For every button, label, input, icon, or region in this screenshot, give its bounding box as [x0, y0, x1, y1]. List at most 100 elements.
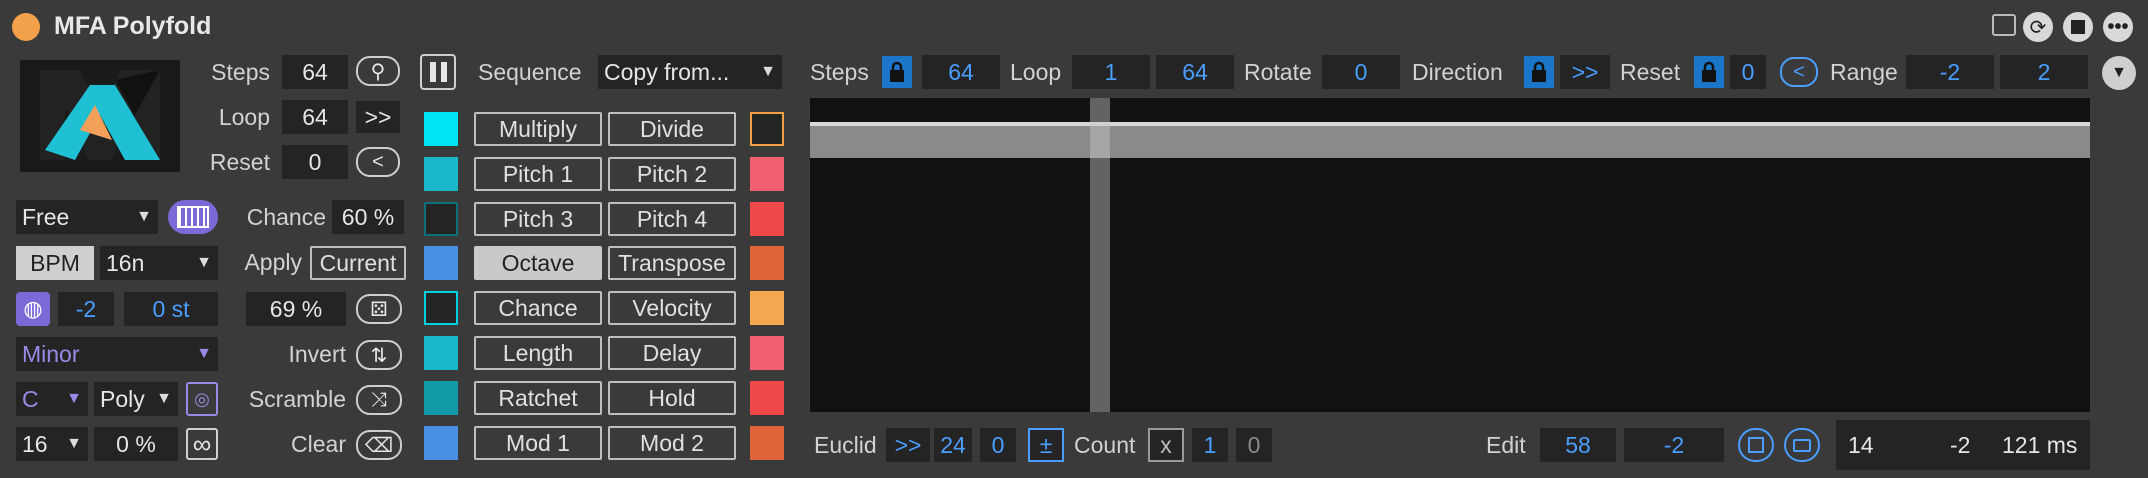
left-steps-value[interactable]: 64 [282, 55, 348, 89]
loop-end-value[interactable]: 64 [1156, 55, 1234, 89]
lane-button-left[interactable]: Mod 1 [474, 426, 602, 460]
eraser-icon[interactable]: ⌫ [356, 430, 402, 460]
reset-lock-icon[interactable] [1694, 56, 1724, 88]
scale-dropdown[interactable]: Minor ▼ [16, 337, 218, 371]
count-label: Count [1074, 432, 1136, 458]
lane-color-left[interactable] [424, 112, 458, 146]
lane-color-left[interactable] [424, 246, 458, 280]
lane-button-left[interactable]: Multiply [474, 112, 602, 146]
percent-value[interactable]: 0 % [94, 427, 178, 461]
lane-color-right[interactable] [750, 246, 784, 280]
copy-from-dropdown[interactable]: Copy from... ▼ [598, 55, 782, 89]
euclid-button[interactable]: >> [886, 428, 930, 462]
lane-color-right[interactable] [750, 112, 784, 146]
collapse-toggle-icon[interactable]: ▼ [2102, 56, 2136, 90]
step-grid[interactable] [810, 98, 2090, 412]
left-reset-button[interactable]: < [356, 147, 400, 177]
range-max-value[interactable]: 2 [2000, 55, 2088, 89]
rotate-value[interactable]: 0 [1322, 55, 1400, 89]
lane-color-left[interactable] [424, 291, 458, 325]
save-preset-icon[interactable] [1738, 428, 1774, 462]
invert-label: Invert [288, 341, 346, 367]
more-icon[interactable]: ••• [2103, 12, 2133, 42]
loop-start-value[interactable]: 1 [1072, 55, 1150, 89]
direction-lock-icon[interactable] [1524, 56, 1554, 88]
folder-icon[interactable] [1784, 428, 1820, 462]
lane-button-left[interactable]: Octave [474, 246, 602, 280]
drum-icon[interactable]: ◎ [186, 382, 218, 416]
length-dropdown[interactable]: 16 ▼ [16, 427, 88, 461]
top-reset-value[interactable]: 0 [1730, 55, 1766, 89]
globe-icon[interactable]: ◍ [16, 292, 50, 326]
octave-value[interactable]: -2 [58, 292, 114, 326]
lane-button-right[interactable]: Velocity [608, 291, 736, 325]
left-loop-value[interactable]: 64 [282, 100, 348, 134]
lane-button-right[interactable]: Delay [608, 336, 736, 370]
rate-dropdown[interactable]: 16n ▼ [100, 246, 218, 280]
left-reset-value[interactable]: 0 [282, 145, 348, 179]
lane-button-right[interactable]: Transpose [608, 246, 736, 280]
top-reset-button[interactable]: < [1780, 57, 1818, 87]
range-min-value[interactable]: -2 [1906, 55, 1994, 89]
euclid-value[interactable]: 24 [934, 428, 972, 462]
transpose-value[interactable]: 0 st [124, 292, 218, 326]
count-offset[interactable]: 0 [1236, 428, 1272, 462]
lane-color-left[interactable] [424, 157, 458, 191]
lane-button-right[interactable]: Divide [608, 112, 736, 146]
apply-label: Apply [244, 249, 302, 275]
lane-button-left[interactable]: Chance [474, 291, 602, 325]
lane-button-right[interactable]: Mod 2 [608, 426, 736, 460]
shuffle-icon[interactable]: ⤨ [356, 385, 402, 415]
pause-icon[interactable] [420, 54, 456, 90]
key-dropdown[interactable]: C ▼ [16, 382, 88, 416]
length-value: 16 [22, 431, 48, 457]
left-loop-direction-button[interactable]: >> [356, 101, 400, 133]
bpm-button[interactable]: BPM [16, 246, 94, 280]
apply-button[interactable]: Current [310, 246, 406, 280]
random-amount-value[interactable]: 69 % [246, 292, 346, 326]
dice-icon[interactable]: ⚄ [356, 294, 402, 324]
count-value[interactable]: 1 [1192, 428, 1228, 462]
lane-button-right[interactable]: Pitch 2 [608, 157, 736, 191]
top-steps-value[interactable]: 64 [922, 55, 1000, 89]
euclid-offset[interactable]: 0 [980, 428, 1016, 462]
lane-button-left[interactable]: Pitch 3 [474, 202, 602, 236]
loop-range-line [810, 122, 2090, 126]
lane-color-right[interactable] [750, 202, 784, 236]
chevron-down-icon: ▼ [156, 390, 172, 407]
scramble-label: Scramble [248, 386, 346, 412]
refresh-icon[interactable]: ⟳ [2023, 12, 2053, 42]
lane-color-left[interactable] [424, 381, 458, 415]
step-bar [1070, 285, 1090, 412]
direction-value[interactable]: >> [1560, 55, 1610, 89]
lane-color-left[interactable] [424, 426, 458, 460]
lane-color-left[interactable] [424, 336, 458, 370]
lane-color-right[interactable] [750, 157, 784, 191]
save-icon[interactable] [2063, 12, 2093, 42]
lane-button-right[interactable]: Pitch 4 [608, 202, 736, 236]
infinity-icon[interactable]: ∞ [186, 428, 218, 460]
piano-icon[interactable] [168, 200, 218, 234]
lane-button-right[interactable]: Hold [608, 381, 736, 415]
invert-icon[interactable]: ⇅ [356, 340, 402, 370]
device-power-button[interactable] [12, 13, 40, 41]
edit-value[interactable]: -2 [1624, 428, 1724, 462]
monitor-icon[interactable] [1992, 14, 2016, 36]
lane-button-left[interactable]: Pitch 1 [474, 157, 602, 191]
lane-color-left[interactable] [424, 202, 458, 236]
count-x-button[interactable]: x [1148, 428, 1184, 462]
steps-lock-icon[interactable] [882, 56, 912, 88]
lane-color-right[interactable] [750, 336, 784, 370]
lane-button-left[interactable]: Ratchet [474, 381, 602, 415]
edit-step-value[interactable]: 58 [1540, 428, 1616, 462]
step-bar [1870, 285, 1890, 412]
lane-color-right[interactable] [750, 381, 784, 415]
lane-button-left[interactable]: Length [474, 336, 602, 370]
lane-color-right[interactable] [750, 426, 784, 460]
voice-dropdown[interactable]: Poly ▼ [94, 382, 178, 416]
chance-value[interactable]: 60 % [332, 200, 404, 234]
plus-minus-button[interactable]: ± [1028, 428, 1064, 462]
mode-dropdown[interactable]: Free ▼ [16, 200, 158, 234]
lane-color-right[interactable] [750, 291, 784, 325]
key-icon[interactable]: ⚲ [356, 56, 400, 86]
